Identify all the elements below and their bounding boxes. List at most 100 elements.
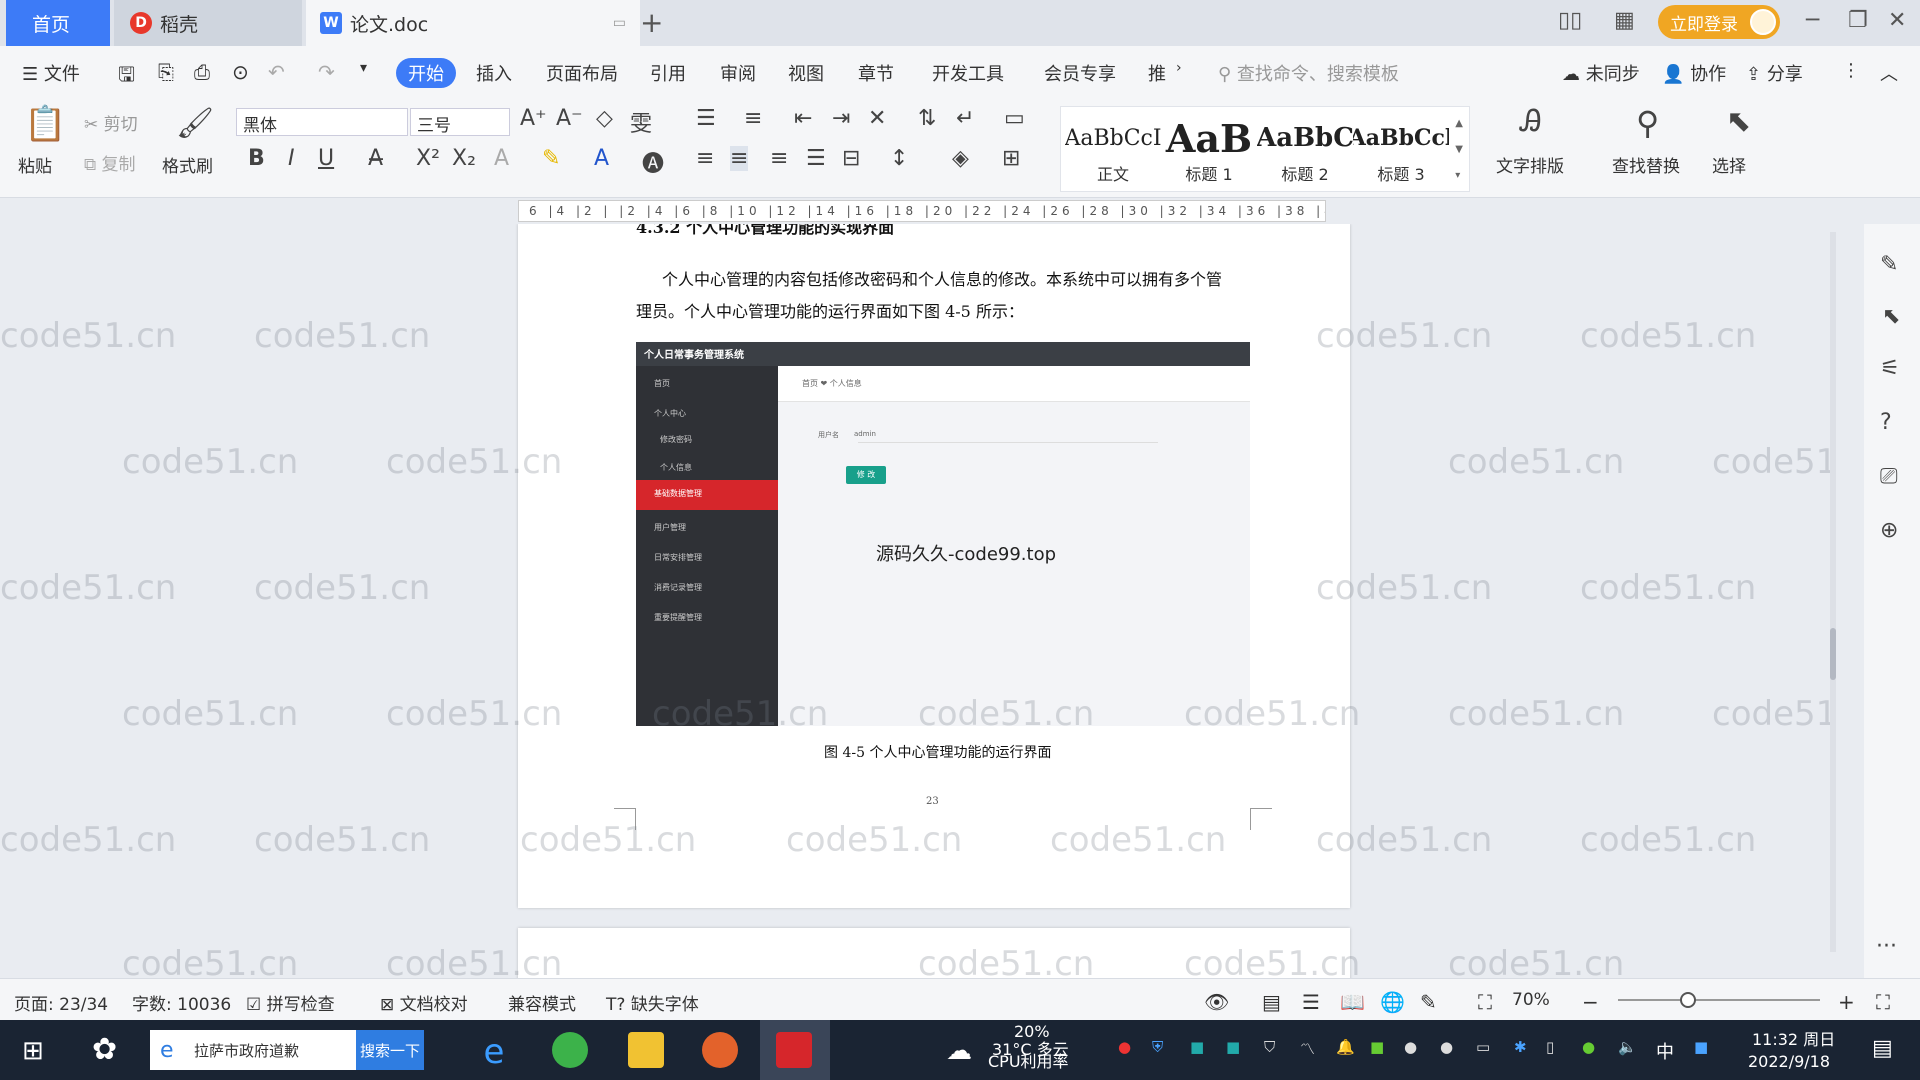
- notification-bell-icon[interactable]: 🔔: [1336, 1038, 1355, 1056]
- wifi-icon[interactable]: 〽: [1300, 1038, 1315, 1059]
- file-explorer-icon[interactable]: [628, 1032, 664, 1068]
- grow-font-icon[interactable]: A⁺: [520, 106, 547, 131]
- style-heading-3[interactable]: AaBbCcl 标题 3: [1353, 115, 1449, 195]
- taskbar-search-box[interactable]: e 拉萨市政府道歉: [150, 1030, 356, 1070]
- chinese-layout-icon[interactable]: ✕: [868, 106, 886, 131]
- tab-document[interactable]: W 论文.doc ▭: [306, 0, 640, 46]
- translate-icon[interactable]: ⎚: [1880, 464, 1898, 489]
- menu-scroll-right-icon[interactable]: ›: [1176, 60, 1182, 76]
- tray-c-icon[interactable]: ■: [1190, 1038, 1204, 1056]
- restore-button[interactable]: ❐: [1848, 8, 1868, 33]
- fit-page-icon[interactable]: ⛶: [1478, 990, 1492, 1014]
- show-marks-icon[interactable]: ↵: [956, 106, 974, 131]
- style-normal[interactable]: AaBbCcI 正文: [1065, 115, 1161, 195]
- menu-insert[interactable]: 插入: [476, 60, 512, 86]
- font-select[interactable]: 黑体: [236, 108, 408, 136]
- ime-indicator[interactable]: 中: [1656, 1038, 1674, 1064]
- select-button[interactable]: 选择: [1712, 152, 1746, 177]
- justify-icon[interactable]: ☰: [806, 146, 826, 171]
- redo-icon[interactable]: ↷: [318, 60, 335, 84]
- distribute-icon[interactable]: ⊟: [842, 146, 860, 171]
- decrease-indent-icon[interactable]: ⇤: [794, 106, 812, 131]
- print-icon[interactable]: ⎙: [194, 60, 210, 84]
- borders-icon[interactable]: ⊞: [1002, 146, 1020, 171]
- zoom-slider-handle[interactable]: [1680, 992, 1696, 1008]
- menu-developer[interactable]: 开发工具: [932, 60, 1004, 86]
- layout-icon[interactable]: ▯▯: [1558, 8, 1582, 33]
- tab-home[interactable]: 首页: [6, 0, 110, 46]
- clock-time[interactable]: 11:32 周日: [1752, 1026, 1835, 1050]
- text-layout-button[interactable]: 文字排版: [1496, 152, 1564, 177]
- weather-icon[interactable]: ☁: [946, 1036, 972, 1066]
- page-indicator[interactable]: 页面: 23/34: [14, 990, 108, 1015]
- wps-taskbar-item[interactable]: [760, 1020, 830, 1080]
- outline-view-icon[interactable]: ☰: [1302, 990, 1320, 1014]
- file-menu[interactable]: ☰ 文件: [22, 60, 80, 86]
- menu-member[interactable]: 会员专享: [1044, 60, 1116, 86]
- windows-start-icon[interactable]: ⊞: [22, 1036, 44, 1066]
- command-search[interactable]: ⚲ 查找命令、搜索模板: [1218, 60, 1399, 86]
- text-layout-icon[interactable]: Ꭿ: [1520, 104, 1542, 139]
- eye-protect-icon[interactable]: 👁: [1204, 990, 1229, 1014]
- horizontal-ruler[interactable]: 6 |4 |2 | |2 |4 |6 |8 |10 |12 |14 |16 |1…: [0, 198, 1920, 224]
- spellcheck-button[interactable]: ☑ 拼写检查: [246, 990, 335, 1015]
- share-button[interactable]: ⇪ 分享: [1746, 60, 1803, 86]
- zoom-out-button[interactable]: −: [1582, 990, 1599, 1014]
- format-painter-button[interactable]: 格式刷: [162, 152, 213, 177]
- task-view-icon[interactable]: ✿: [92, 1032, 117, 1067]
- volume-icon[interactable]: 🔈: [1618, 1038, 1637, 1056]
- compass-icon[interactable]: ⊕: [1880, 518, 1898, 543]
- italic-icon[interactable]: I: [288, 146, 295, 171]
- more-dots-icon[interactable]: ···: [1876, 934, 1897, 959]
- tray-qq2-icon[interactable]: ●: [1440, 1038, 1453, 1056]
- tray-app-icon[interactable]: ●: [1118, 1038, 1131, 1056]
- highlight-icon[interactable]: ✎: [542, 146, 560, 171]
- bullets-icon[interactable]: ☰: [696, 106, 716, 131]
- tray-c2-icon[interactable]: ■: [1226, 1038, 1240, 1056]
- find-replace-button[interactable]: 查找替换: [1612, 152, 1680, 177]
- login-button[interactable]: 立即登录: [1658, 5, 1780, 39]
- taskbar-search-button[interactable]: 搜索一下: [356, 1030, 424, 1070]
- tray-nvidia-icon[interactable]: ■: [1370, 1038, 1384, 1056]
- preview-icon[interactable]: ⊙: [232, 60, 249, 84]
- page-view-icon[interactable]: ▤: [1262, 990, 1281, 1014]
- format-painter-icon[interactable]: 🖌: [176, 106, 214, 141]
- menu-review[interactable]: 审阅: [720, 60, 756, 86]
- ie-browser-icon[interactable]: e: [476, 1032, 512, 1072]
- sync-button[interactable]: ☁ 未同步: [1562, 60, 1640, 86]
- menu-more[interactable]: 推: [1148, 60, 1166, 86]
- font-color-icon[interactable]: A: [594, 146, 609, 171]
- shrink-font-icon[interactable]: A⁻: [556, 106, 583, 131]
- clear-format-icon[interactable]: ◇: [596, 106, 613, 131]
- cursor-select-icon[interactable]: ⬉: [1726, 104, 1751, 139]
- collapse-ribbon-icon[interactable]: ︿: [1880, 60, 1898, 86]
- increase-indent-icon[interactable]: ⇥: [832, 106, 850, 131]
- write-view-icon[interactable]: ✎: [1420, 990, 1437, 1014]
- menu-chapter[interactable]: 章节: [858, 60, 894, 86]
- close-button[interactable]: ✕: [1888, 8, 1906, 33]
- more-icon[interactable]: ⋮: [1842, 60, 1860, 81]
- scrollbar-thumb[interactable]: [1830, 628, 1836, 680]
- menu-page-layout[interactable]: 页面布局: [546, 60, 618, 86]
- undo-icon[interactable]: ↶: [268, 60, 285, 84]
- align-left-icon[interactable]: ≡: [696, 146, 714, 171]
- pen-icon[interactable]: ✎: [1880, 252, 1898, 277]
- settings-sliders-icon[interactable]: ⚟: [1880, 356, 1900, 381]
- style-heading-1[interactable]: AaB 标题 1: [1161, 115, 1257, 195]
- zoom-in-button[interactable]: +: [1838, 990, 1855, 1014]
- zoom-slider[interactable]: [1618, 992, 1820, 1008]
- export-icon[interactable]: ⎘: [158, 60, 174, 84]
- subscript-icon[interactable]: X₂: [452, 146, 476, 171]
- tray-shield-icon[interactable]: ⛨: [1152, 1038, 1163, 1056]
- web-view-icon[interactable]: 🌐: [1380, 990, 1405, 1014]
- app-game-icon[interactable]: [702, 1032, 738, 1068]
- superscript-icon[interactable]: X²: [416, 146, 440, 171]
- help-icon[interactable]: ?: [1880, 410, 1892, 435]
- numbering-icon[interactable]: ≡: [744, 106, 762, 131]
- tray-q-icon[interactable]: ■: [1694, 1038, 1708, 1056]
- bold-icon[interactable]: B: [248, 146, 265, 171]
- minimize-button[interactable]: ─: [1806, 8, 1819, 33]
- battery-icon[interactable]: ▭: [1476, 1038, 1490, 1056]
- strikethrough-icon[interactable]: A̶: [368, 146, 383, 171]
- style-heading-2[interactable]: AaBbC 标题 2: [1257, 115, 1353, 195]
